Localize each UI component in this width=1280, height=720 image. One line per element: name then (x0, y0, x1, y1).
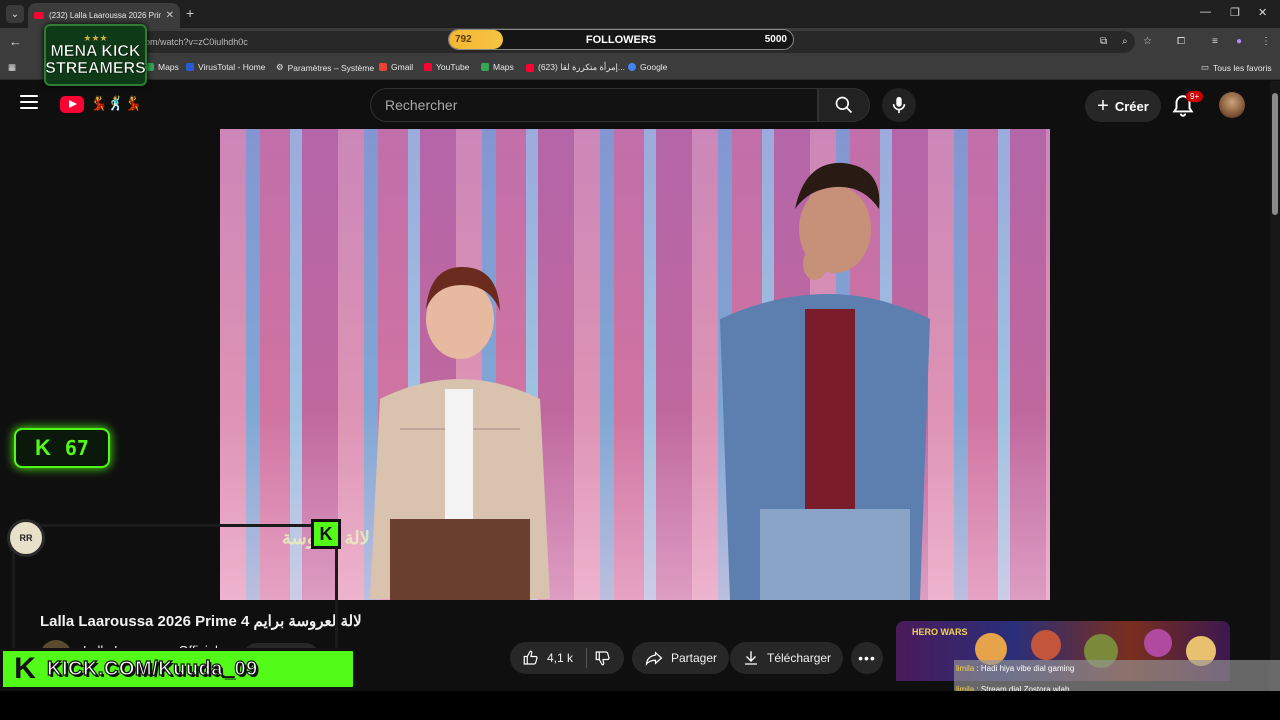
bookmark-virustotal[interactable]: VirusTotal - Home (186, 62, 265, 72)
kick-logo-icon: K (311, 519, 341, 549)
kick-logo-icon: K (3, 651, 47, 687)
apps-grid-icon[interactable]: ▦ (8, 62, 16, 73)
search-icon (835, 96, 853, 114)
youtube-logo-icon[interactable] (60, 96, 84, 113)
bottom-black-bar (0, 691, 1280, 720)
like-count[interactable]: 4,1 k (547, 651, 573, 665)
close-window-icon[interactable]: ✕ (1258, 6, 1267, 19)
download-icon (745, 651, 757, 665)
download-label: Télécharger (767, 651, 832, 665)
share-label: Partager (671, 651, 718, 665)
youtube-icon (424, 63, 432, 71)
bookmark-gmail[interactable]: Gmail (379, 62, 413, 72)
youtube-favicon-icon (34, 12, 44, 19)
bookmark-star-icon[interactable]: ☆ (1143, 36, 1152, 47)
scrollbar-thumb[interactable] (1272, 93, 1278, 215)
gmail-icon (379, 63, 387, 71)
notification-count-badge: 9+ (1186, 91, 1204, 102)
maps-icon (481, 63, 489, 71)
tab-list-button[interactable]: ⌄ (6, 5, 24, 23)
youtube-header: 💃🕺💃 + Créer 9+ (0, 81, 1270, 129)
all-bookmarks[interactable]: ▭ Tous les favoris (1201, 62, 1272, 73)
chat-username: limila (956, 663, 975, 673)
like-icon[interactable] (522, 649, 540, 667)
bookmark-video[interactable]: (623) إمرأة متكررة لقا... (526, 62, 625, 73)
bookmark-label: Tous les favoris (1213, 62, 1272, 73)
media-icon[interactable]: ≡ (1212, 36, 1218, 47)
install-app-icon[interactable]: ⧉ (1100, 36, 1107, 47)
bookmark-maps[interactable]: Maps (146, 62, 179, 72)
hamburger-menu-icon[interactable] (20, 95, 38, 109)
kick-channel-url: KICK.COM/Kuuda_09 (46, 657, 258, 680)
bookmark-label: Maps (493, 62, 514, 72)
voice-search-button[interactable] (882, 88, 916, 122)
badge-line-1: MENA KICK (50, 42, 141, 60)
followers-goal-widget: 792 FOLLOWERS 5000 (448, 29, 794, 50)
followers-goal: 5000 (764, 34, 787, 45)
bookmark-label: Maps (158, 62, 179, 72)
bookmark-maps-2[interactable]: Maps (481, 62, 514, 72)
close-tab-icon[interactable]: ✕ (166, 10, 174, 21)
minimize-icon[interactable]: — (1200, 6, 1211, 18)
share-icon (645, 651, 663, 666)
create-button[interactable]: + Créer (1085, 90, 1161, 122)
download-button[interactable]: Télécharger (730, 642, 844, 674)
chat-text: Hadi hiya vibe dial gaming (980, 663, 1075, 673)
streamer-seal-icon: RR (7, 519, 45, 557)
bookmark-settings[interactable]: ⚙ Paramètres – Système (276, 62, 374, 73)
user-avatar[interactable] (1219, 92, 1245, 118)
bookmark-label: Gmail (391, 62, 414, 72)
dislike-icon[interactable] (594, 649, 612, 667)
kick-channel-banner: K KICK.COM/Kuuda_09 (0, 648, 356, 690)
bookmark-youtube[interactable]: YouTube (424, 62, 469, 72)
doodle-dancers-icon[interactable]: 💃🕺💃 (90, 95, 142, 112)
zoom-icon[interactable]: ⌕ (1122, 36, 1128, 47)
search-button[interactable] (818, 88, 870, 122)
like-dislike-group: 4,1 k (510, 642, 624, 674)
plus-icon: + (1097, 95, 1109, 117)
youtube-icon (526, 63, 534, 72)
virustotal-icon (186, 63, 194, 71)
viewer-count: 67 (64, 436, 89, 460)
folder-icon: ▭ (1201, 62, 1210, 72)
bookmarks-bar: ▦ Maps VirusTotal - Home ⚙ Paramètres – S… (0, 56, 1280, 80)
chat-message: limila : Hadi hiya vibe dial gaming (956, 663, 1075, 673)
browser-tab-bar: ⌄ (232) Lalla Laaroussa 2026 Prim ✕ + — … (0, 0, 1280, 28)
new-tab-icon[interactable]: + (186, 5, 194, 21)
search-input[interactable] (370, 88, 818, 122)
followers-label: FOLLOWERS (585, 34, 657, 46)
badge-stars: ★★★ (83, 32, 108, 43)
profile-icon[interactable]: ● (1236, 36, 1242, 47)
google-icon (628, 63, 636, 71)
bookmark-label: VirusTotal - Home (198, 62, 266, 72)
back-icon[interactable]: ← (9, 34, 22, 49)
kick-logo-icon: K (35, 435, 51, 460)
bookmark-label: YouTube (436, 62, 470, 72)
url-text[interactable]: om/watch?v=zC0iulhdh0c (145, 37, 248, 47)
create-label: Créer (1114, 98, 1149, 114)
menu-kebab-icon[interactable]: ⋮ (1261, 36, 1271, 47)
restore-icon[interactable]: ❐ (1230, 6, 1240, 19)
bookmark-google[interactable]: Google (628, 62, 667, 72)
tab-title: (232) Lalla Laaroussa 2026 Prim (49, 11, 161, 20)
kick-viewer-counter: K 67 (14, 428, 110, 468)
bookmark-label: Google (640, 62, 668, 72)
gear-icon: ⚙ (276, 62, 284, 72)
badge-line-2: STREAMERS (45, 59, 146, 77)
page-scrollbar[interactable] (1270, 81, 1280, 691)
search-box (370, 88, 870, 122)
more-actions-icon[interactable]: ••• (851, 642, 883, 674)
mena-kick-streamers-badge: ★★★ MENA KICK STREAMERS (44, 24, 147, 86)
maps-icon (146, 63, 154, 71)
bookmark-label: Paramètres – Système (287, 62, 375, 73)
microphone-icon (892, 96, 906, 114)
share-button[interactable]: Partager (632, 642, 730, 674)
extensions-icon[interactable]: ⧠ (1177, 36, 1185, 47)
divider (586, 648, 588, 668)
bookmark-label: (623) إمرأة متكررة لقا... (538, 62, 625, 72)
